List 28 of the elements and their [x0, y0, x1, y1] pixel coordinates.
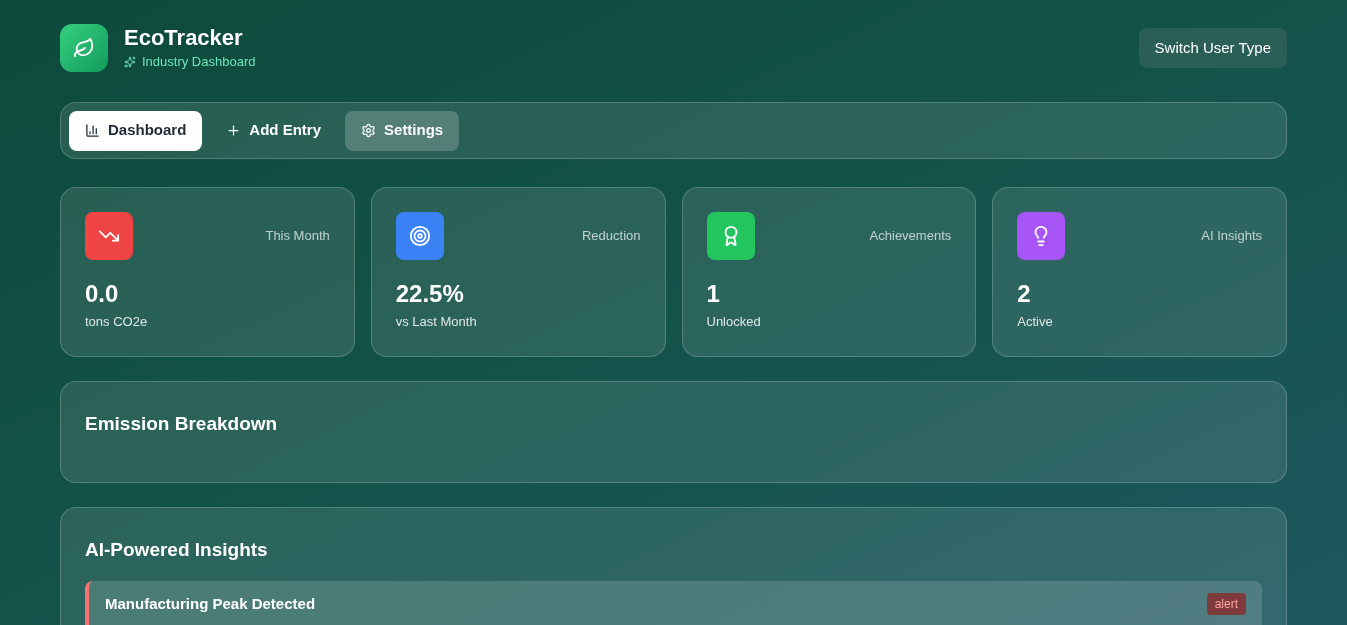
app-subtitle: Industry Dashboard — [142, 53, 256, 72]
app-title: EcoTracker — [124, 24, 244, 53]
switch-user-button[interactable]: Switch User Type — [1138, 28, 1287, 68]
leaf-icon — [73, 37, 95, 59]
stat-label: Reduction — [581, 227, 641, 246]
target-icon — [408, 225, 431, 247]
bar-chart-icon — [85, 123, 100, 138]
stat-unit: tons CO2e — [85, 313, 149, 331]
nav-tab[interactable]: Settings — [345, 110, 460, 151]
stat-value: 2 — [1017, 280, 1032, 308]
insight-badge: alert — [1206, 592, 1246, 615]
stat-value: 22.5% — [395, 280, 465, 308]
nav-tab[interactable]: Add Entry — [210, 110, 338, 151]
stat-value: 1 — [706, 280, 721, 308]
stat-unit: Active — [1017, 313, 1054, 331]
stat-unit: vs Last Month — [395, 313, 478, 331]
stat-label: AI Insights — [1201, 227, 1262, 246]
stat-label: Achievements — [869, 227, 952, 246]
insight-title: Manufacturing Peak Detected — [105, 593, 316, 614]
settings-icon — [361, 123, 377, 138]
stat-unit: Unlocked — [706, 313, 762, 331]
nav-tab[interactable]: Dashboard — [69, 110, 203, 151]
panel-title: AI-Powered Insights — [85, 539, 268, 560]
stat-value: 0.0 — [85, 280, 120, 308]
panel-title: Emission Breakdown — [85, 413, 278, 434]
plus-icon — [226, 123, 242, 138]
stat-label: This Month — [265, 227, 330, 246]
sparkles-icon — [124, 56, 136, 68]
